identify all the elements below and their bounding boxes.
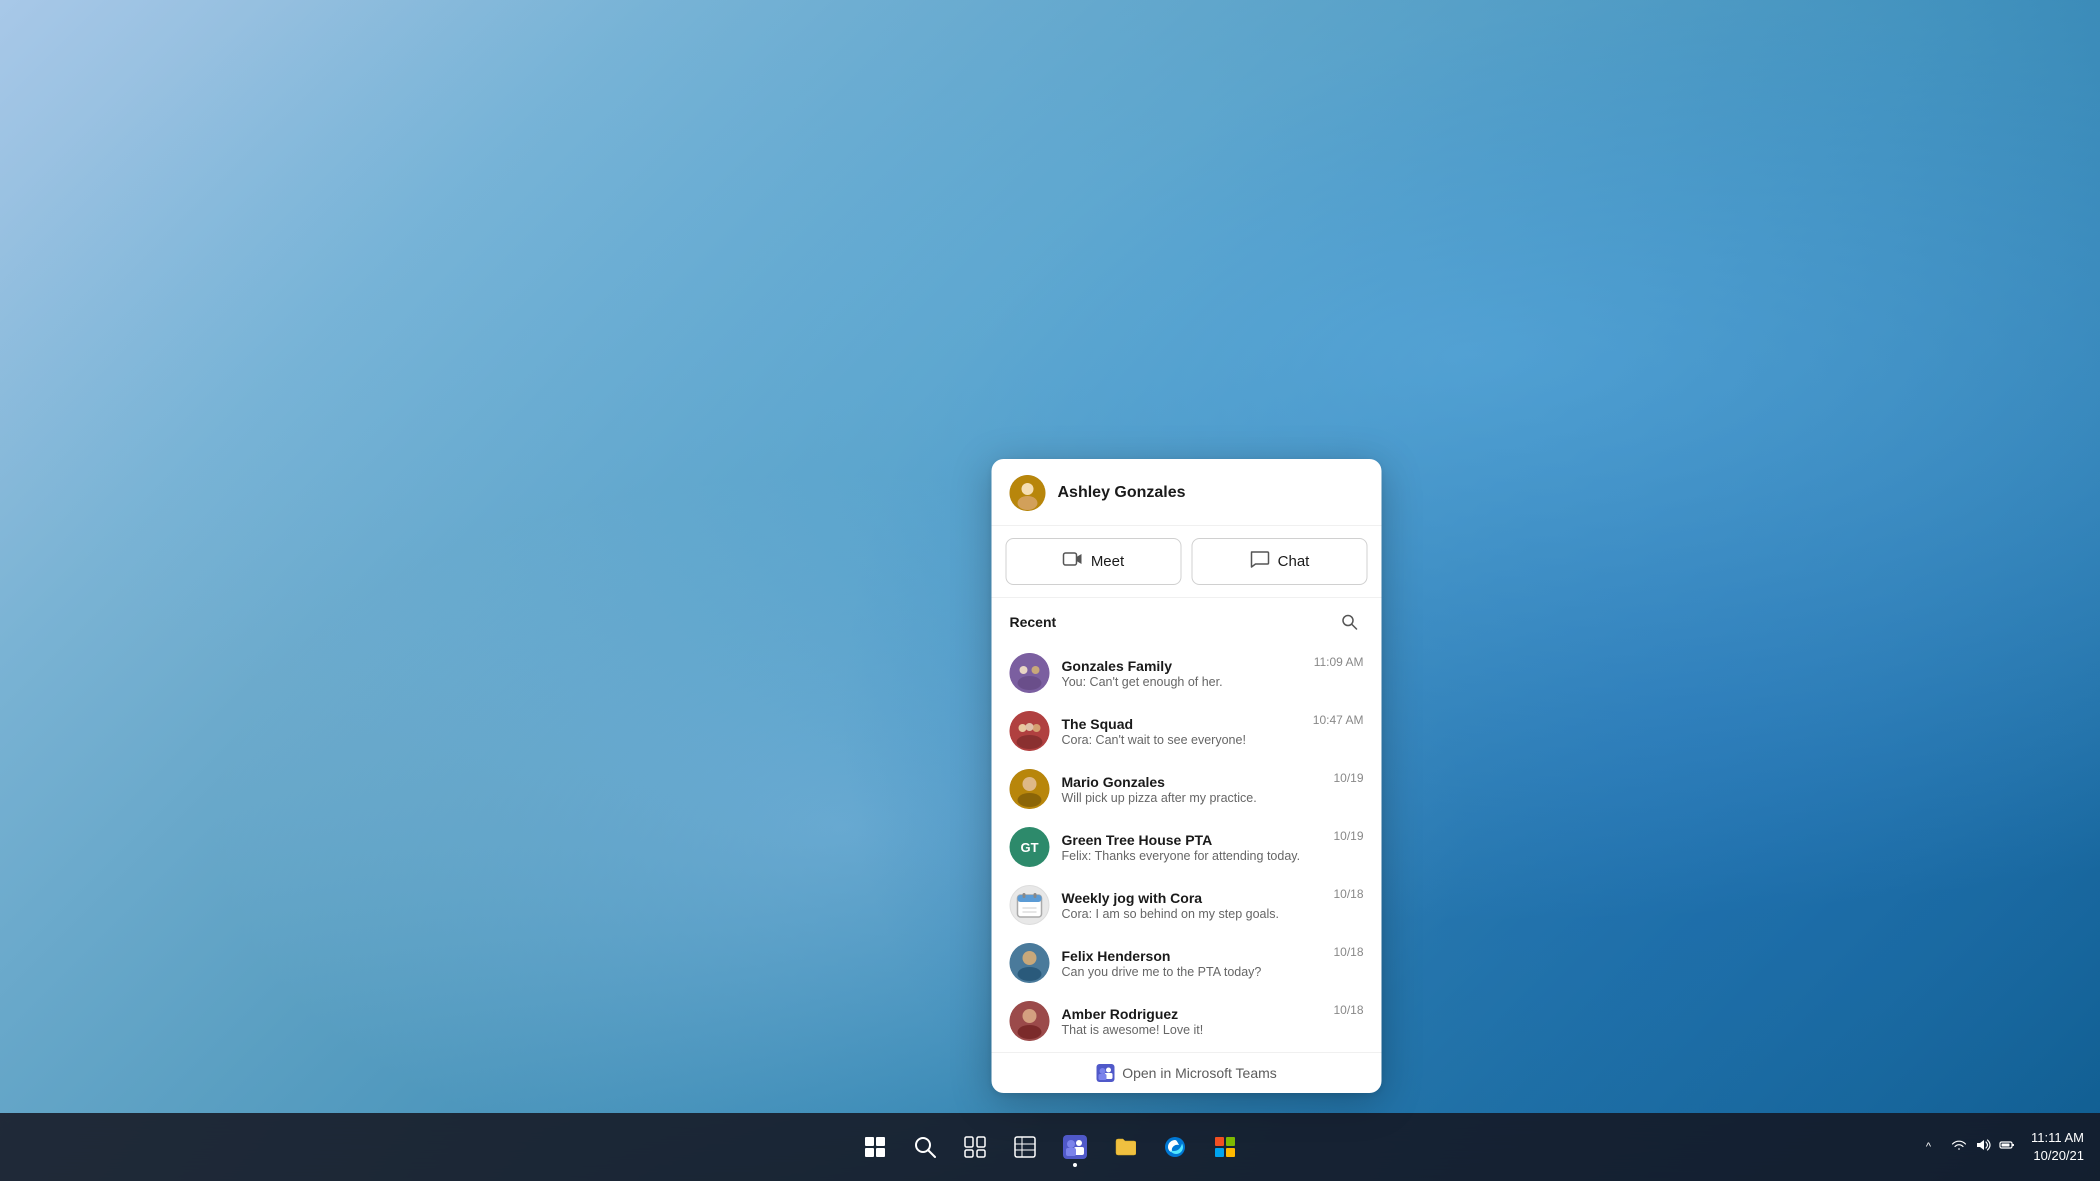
chat-name: Green Tree House PTA [1062,832,1322,848]
widgets-button[interactable] [1003,1125,1047,1169]
system-tray-expand-button[interactable]: ^ [1922,1139,1935,1155]
recent-header: Recent [992,598,1382,642]
chat-time: 10/18 [1333,1003,1363,1017]
task-view-button[interactable] [953,1125,997,1169]
chat-name: Felix Henderson [1062,948,1322,964]
taskbar-search-button[interactable] [903,1125,947,1169]
chat-info-amber: Amber Rodriguez That is awesome! Love it… [1062,1006,1322,1037]
chat-preview: Cora: I am so behind on my step goals. [1062,907,1322,921]
chat-name: Amber Rodriguez [1062,1006,1322,1022]
chat-item-gonzales-family[interactable]: Gonzales Family You: Can't get enough of… [992,644,1382,702]
chat-item-amber[interactable]: Amber Rodriguez That is awesome! Love it… [992,992,1382,1050]
recent-label: Recent [1010,614,1057,630]
chat-item-felix[interactable]: Felix Henderson Can you drive me to the … [992,934,1382,992]
teams-chat-popup: Ashley Gonzales Meet Chat [992,459,1382,1093]
volume-icon [1975,1137,1991,1158]
chat-preview: Cora: Can't wait to see everyone! [1062,733,1301,747]
chat-info-green-tree: Green Tree House PTA Felix: Thanks every… [1062,832,1322,863]
chat-preview: Can you drive me to the PTA today? [1062,965,1322,979]
meet-icon [1063,549,1083,574]
taskbar-store-button[interactable] [1203,1125,1247,1169]
chat-label: Chat [1278,553,1310,570]
chat-item-squad[interactable]: The Squad Cora: Can't wait to see everyo… [992,702,1382,760]
chat-time: 10/18 [1333,887,1363,901]
chat-time: 10/19 [1333,829,1363,843]
teams-logo-icon [1096,1064,1114,1082]
chat-icon [1250,549,1270,574]
meet-button[interactable]: Meet [1006,538,1182,585]
taskbar-right: ^ [1922,1129,2084,1165]
wifi-icon [1951,1137,1967,1158]
chat-name: The Squad [1062,716,1301,732]
taskbar-teams-button[interactable] [1053,1125,1097,1169]
clock-time: 11:11 AM [2031,1129,2084,1147]
chat-avatar-weekly-jog [1010,885,1050,925]
desktop: Ashley Gonzales Meet Chat [0,0,2100,1181]
open-in-teams-button[interactable]: Open in Microsoft Teams [992,1052,1382,1093]
chat-time: 11:09 AM [1314,655,1364,669]
action-buttons: Meet Chat [992,526,1382,598]
chat-preview: Felix: Thanks everyone for attending tod… [1062,849,1322,863]
user-name: Ashley Gonzales [1058,484,1186,502]
taskbar: ^ [0,1113,2100,1181]
chat-info-gonzales-family: Gonzales Family You: Can't get enough of… [1062,658,1302,689]
file-explorer-button[interactable] [1103,1125,1147,1169]
chat-item-weekly-jog[interactable]: Weekly jog with Cora Cora: I am so behin… [992,876,1382,934]
chat-avatar-green-tree: GT [1010,827,1050,867]
chat-name: Gonzales Family [1062,658,1302,674]
clock-date: 10/20/21 [2031,1147,2084,1165]
chat-info-squad: The Squad Cora: Can't wait to see everyo… [1062,716,1301,747]
chat-name: Mario Gonzales [1062,774,1322,790]
chat-time: 10/18 [1333,945,1363,959]
chat-item-mario[interactable]: Mario Gonzales Will pick up pizza after … [992,760,1382,818]
chat-avatar-gonzales-family [1010,653,1050,693]
chat-info-weekly-jog: Weekly jog with Cora Cora: I am so behin… [1062,890,1322,921]
chat-list: Gonzales Family You: Can't get enough of… [992,642,1382,1052]
chat-name: Weekly jog with Cora [1062,890,1322,906]
user-avatar [1010,475,1046,511]
system-tray-icons[interactable] [1943,1133,2023,1162]
start-button[interactable] [853,1125,897,1169]
chat-avatar-felix [1010,943,1050,983]
chat-time: 10/19 [1333,771,1363,785]
popup-header: Ashley Gonzales [992,459,1382,526]
chat-avatar-squad [1010,711,1050,751]
system-clock[interactable]: 11:11 AM 10/20/21 [2031,1129,2084,1165]
chat-preview: You: Can't get enough of her. [1062,675,1302,689]
chat-button[interactable]: Chat [1192,538,1368,585]
meet-label: Meet [1091,553,1124,570]
chat-preview: Will pick up pizza after my practice. [1062,791,1322,805]
chat-avatar-amber [1010,1001,1050,1041]
taskbar-edge-button[interactable] [1153,1125,1197,1169]
search-recent-button[interactable] [1336,608,1364,636]
taskbar-center [853,1125,1247,1169]
open-teams-label: Open in Microsoft Teams [1122,1065,1277,1081]
chat-info-mario: Mario Gonzales Will pick up pizza after … [1062,774,1322,805]
chat-preview: That is awesome! Love it! [1062,1023,1322,1037]
chat-item-green-tree[interactable]: GT Green Tree House PTA Felix: Thanks ev… [992,818,1382,876]
chat-info-felix: Felix Henderson Can you drive me to the … [1062,948,1322,979]
chat-avatar-mario [1010,769,1050,809]
chat-time: 10:47 AM [1313,713,1364,727]
battery-icon [1999,1137,2015,1158]
